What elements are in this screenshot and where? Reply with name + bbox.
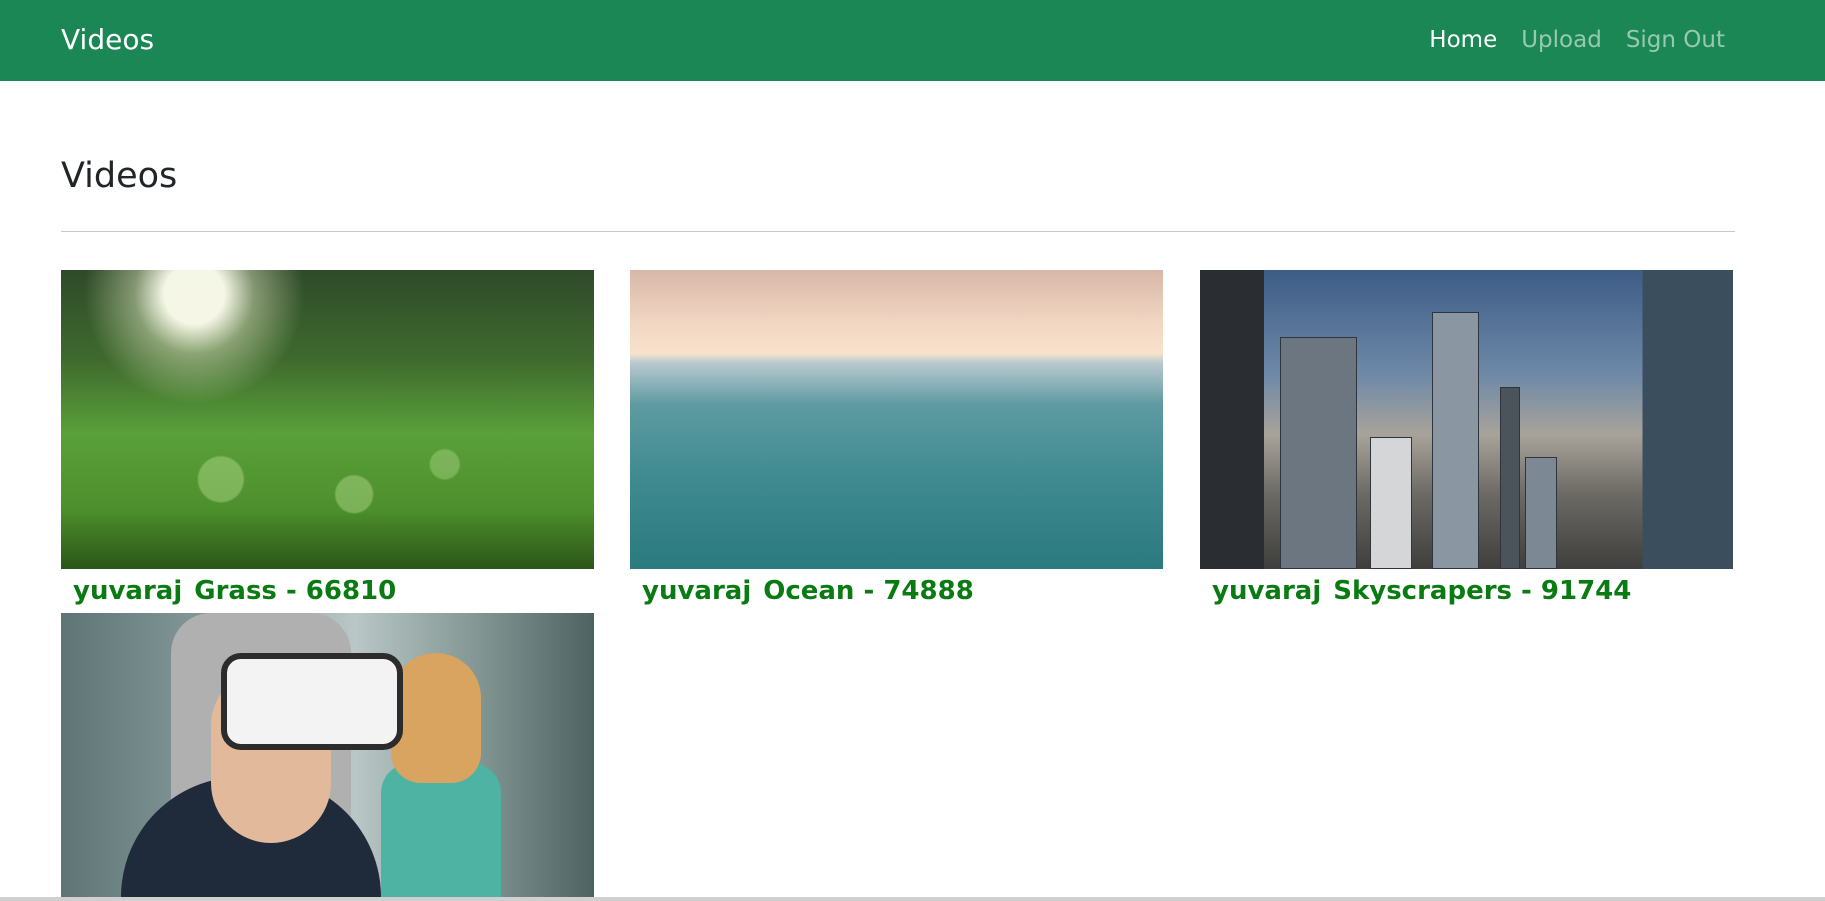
video-thumbnail-city[interactable] <box>1200 270 1733 569</box>
girl-shirt <box>381 763 501 897</box>
tower-shape <box>1280 337 1357 569</box>
video-thumbnail-grass[interactable] <box>61 270 594 569</box>
video-user: yuvaraj <box>642 576 752 606</box>
video-thumbnail-vr[interactable] <box>61 613 594 897</box>
video-title: Grass - 66810 <box>194 576 397 606</box>
video-user: yuvaraj <box>1212 576 1322 606</box>
video-caption[interactable]: yuvaraj Ocean - 74888 <box>630 569 1163 613</box>
title-divider <box>61 231 1735 232</box>
tower-shape <box>1500 387 1520 569</box>
video-user: yuvaraj <box>73 576 183 606</box>
video-caption[interactable]: yuvaraj Skyscrapers - 91744 <box>1200 569 1733 613</box>
tower-shape <box>1432 312 1479 569</box>
page-title: Videos <box>61 156 178 196</box>
video-title: Skyscrapers - 91744 <box>1333 576 1632 606</box>
tower-shape <box>1370 437 1412 569</box>
brand-link[interactable]: Videos <box>61 20 154 60</box>
nav-links: Home Upload Sign Out <box>1429 20 1725 60</box>
vr-headset <box>221 653 403 750</box>
video-card[interactable]: yuvaraj Grass - 66810 <box>61 270 594 613</box>
nav-home-link[interactable]: Home <box>1429 20 1497 60</box>
video-caption[interactable]: yuvaraj Grass - 66810 <box>61 569 594 613</box>
top-navbar: Videos Home Upload Sign Out <box>0 0 1825 81</box>
video-title: Ocean - 74888 <box>763 576 974 606</box>
girl-figure <box>391 653 481 783</box>
nav-sign-out-link[interactable]: Sign Out <box>1626 20 1725 60</box>
nav-upload-link[interactable]: Upload <box>1521 20 1602 60</box>
video-card[interactable] <box>61 613 594 897</box>
tower-shape <box>1525 457 1557 569</box>
video-card[interactable]: yuvaraj Skyscrapers - 91744 <box>1200 270 1733 613</box>
video-card[interactable]: yuvaraj Ocean - 74888 <box>630 270 1163 613</box>
video-thumbnail-ocean[interactable] <box>630 270 1163 569</box>
horizontal-scrollbar[interactable] <box>0 897 1825 901</box>
